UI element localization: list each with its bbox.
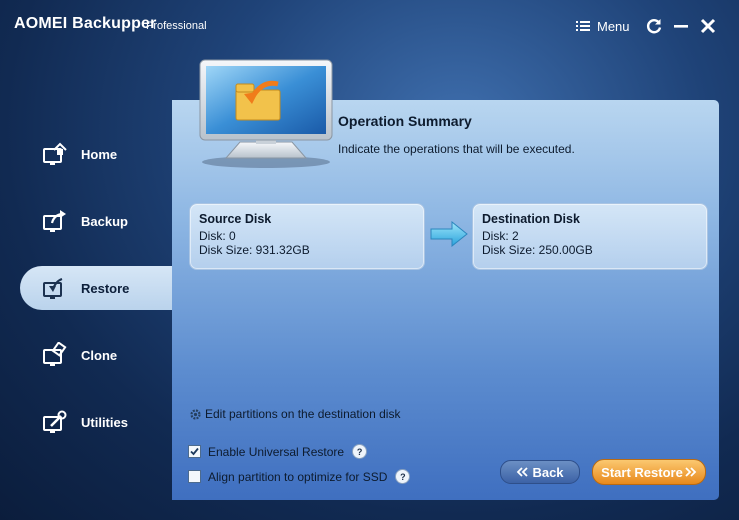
utilities-icon xyxy=(43,410,67,433)
menu-icon xyxy=(576,21,590,31)
edit-partitions-label: Edit partitions on the destination disk xyxy=(205,407,401,421)
minimize-icon[interactable] xyxy=(672,16,690,36)
destination-disk-card: Destination Disk Disk: 2 Disk Size: 250.… xyxy=(472,203,708,270)
sidebar-item-clone[interactable]: Clone xyxy=(20,333,172,377)
help-icon[interactable]: ? xyxy=(352,444,368,459)
refresh-icon[interactable] xyxy=(644,16,664,36)
destination-disk-number: Disk: 2 xyxy=(482,229,519,243)
app-edition: Professional xyxy=(146,20,207,32)
help-icon[interactable]: ? xyxy=(395,469,411,484)
align-ssd-option: Align partition to optimize for SSD ? xyxy=(188,469,411,484)
start-restore-button[interactable]: Start Restore xyxy=(592,459,706,485)
back-button[interactable]: Back xyxy=(500,460,580,484)
gear-icon xyxy=(190,408,201,420)
restore-icon xyxy=(43,277,63,299)
summary-subtitle: Indicate the operations that will be exe… xyxy=(338,142,575,156)
sidebar-item-label: Backup xyxy=(81,213,128,229)
universal-restore-label: Enable Universal Restore xyxy=(208,444,345,459)
start-restore-label: Start Restore xyxy=(601,464,683,480)
source-disk-size: Disk Size: 931.32GB xyxy=(199,243,310,257)
edit-partitions-link[interactable]: Edit partitions on the destination disk xyxy=(189,407,400,421)
back-button-label: Back xyxy=(532,464,564,480)
sidebar-item-restore[interactable]: Restore xyxy=(20,266,172,310)
clone-icon xyxy=(43,342,67,366)
menu-button[interactable]: Menu xyxy=(576,17,630,35)
app-title: AOMEI Backupper xyxy=(14,15,157,32)
source-disk-card: Source Disk Disk: 0 Disk Size: 931.32GB xyxy=(189,203,425,270)
sidebar-item-label: Restore xyxy=(81,280,130,296)
arrow-right-icon xyxy=(430,221,468,247)
double-chevron-right-icon xyxy=(685,467,697,477)
sidebar-item-backup[interactable]: Backup xyxy=(20,199,172,243)
align-ssd-label: Align partition to optimize for SSD xyxy=(208,469,388,484)
sidebar-item-label: Utilities xyxy=(81,414,128,430)
title-bar: AOMEI Backupper Professional Menu xyxy=(0,0,739,52)
source-disk-title: Source Disk xyxy=(199,212,272,226)
destination-disk-title: Destination Disk xyxy=(482,212,580,226)
close-icon[interactable] xyxy=(698,16,718,36)
align-ssd-checkbox[interactable] xyxy=(188,470,201,483)
double-chevron-left-icon xyxy=(517,467,529,477)
source-disk-number: Disk: 0 xyxy=(199,229,236,243)
sidebar-item-utilities[interactable]: Utilities xyxy=(20,400,172,444)
summary-title: Operation Summary xyxy=(338,113,472,129)
universal-restore-option: Enable Universal Restore ? xyxy=(188,444,368,459)
destination-disk-size: Disk Size: 250.00GB xyxy=(482,243,593,257)
app-window: AOMEI Backupper Professional Menu Home B… xyxy=(0,0,739,520)
checkmark-icon xyxy=(190,447,199,456)
home-icon xyxy=(43,142,67,165)
menu-label: Menu xyxy=(597,18,630,34)
backup-icon xyxy=(43,210,66,232)
universal-restore-checkbox[interactable] xyxy=(188,445,201,458)
sidebar-item-label: Home xyxy=(81,146,118,162)
restore-monitor-icon xyxy=(199,59,333,168)
sidebar-item-label: Clone xyxy=(81,347,118,363)
sidebar-item-home[interactable]: Home xyxy=(20,132,172,176)
